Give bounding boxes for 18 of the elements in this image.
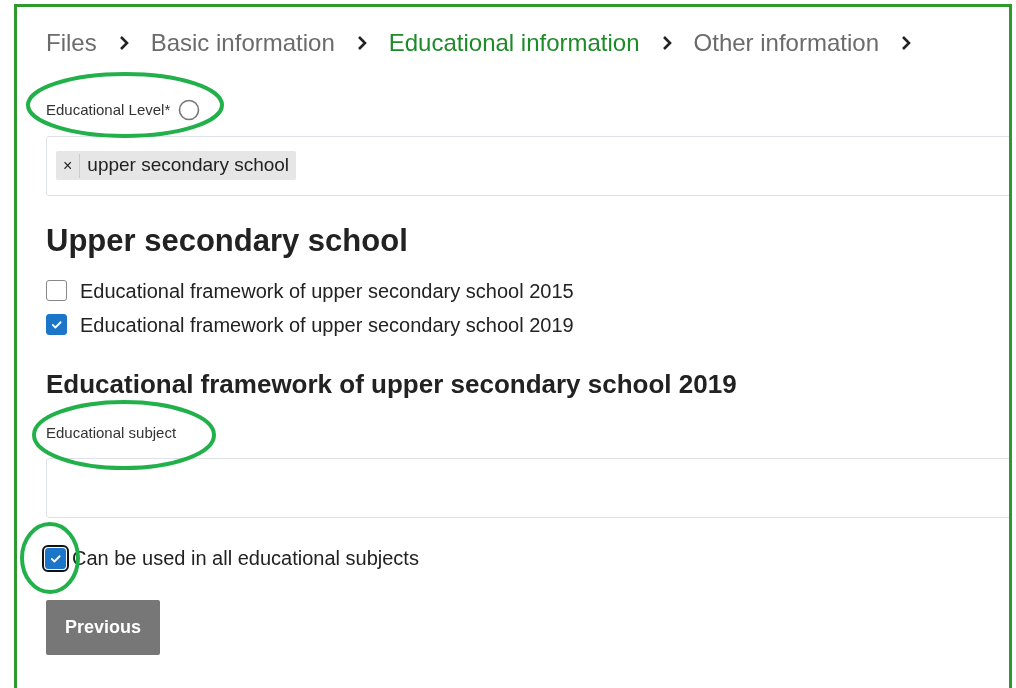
subject-field[interactable] [46, 458, 1009, 519]
checkbox[interactable] [46, 314, 67, 336]
checkbox-label: Educational framework of upper secondary school 2019 [80, 312, 574, 337]
checkbox-label: Educational framework of upper secondary school 2015 [80, 278, 574, 303]
multi-select-field[interactable]: × upper secondary school [46, 135, 1009, 196]
breadcrumb-step[interactable]: Basic information [150, 25, 335, 61]
checkbox[interactable] [46, 280, 67, 302]
chevron-icon [899, 35, 913, 51]
remove-tag-button[interactable]: × [56, 153, 81, 178]
checkbox[interactable] [45, 547, 66, 569]
breadcrumb-step[interactable]: Files [46, 25, 97, 61]
section-heading: Upper secondary school [46, 221, 409, 259]
subsection-heading: Educational framework of upper secondary school 2019 [46, 368, 738, 400]
tag-label: upper secondary school [86, 153, 291, 178]
breadcrumb-step[interactable]: Other information [693, 25, 879, 61]
field-label: Educational Level* [46, 100, 171, 120]
breadcrumb-step[interactable]: Educational information [388, 25, 640, 61]
field-label: Educational subject [46, 422, 177, 443]
